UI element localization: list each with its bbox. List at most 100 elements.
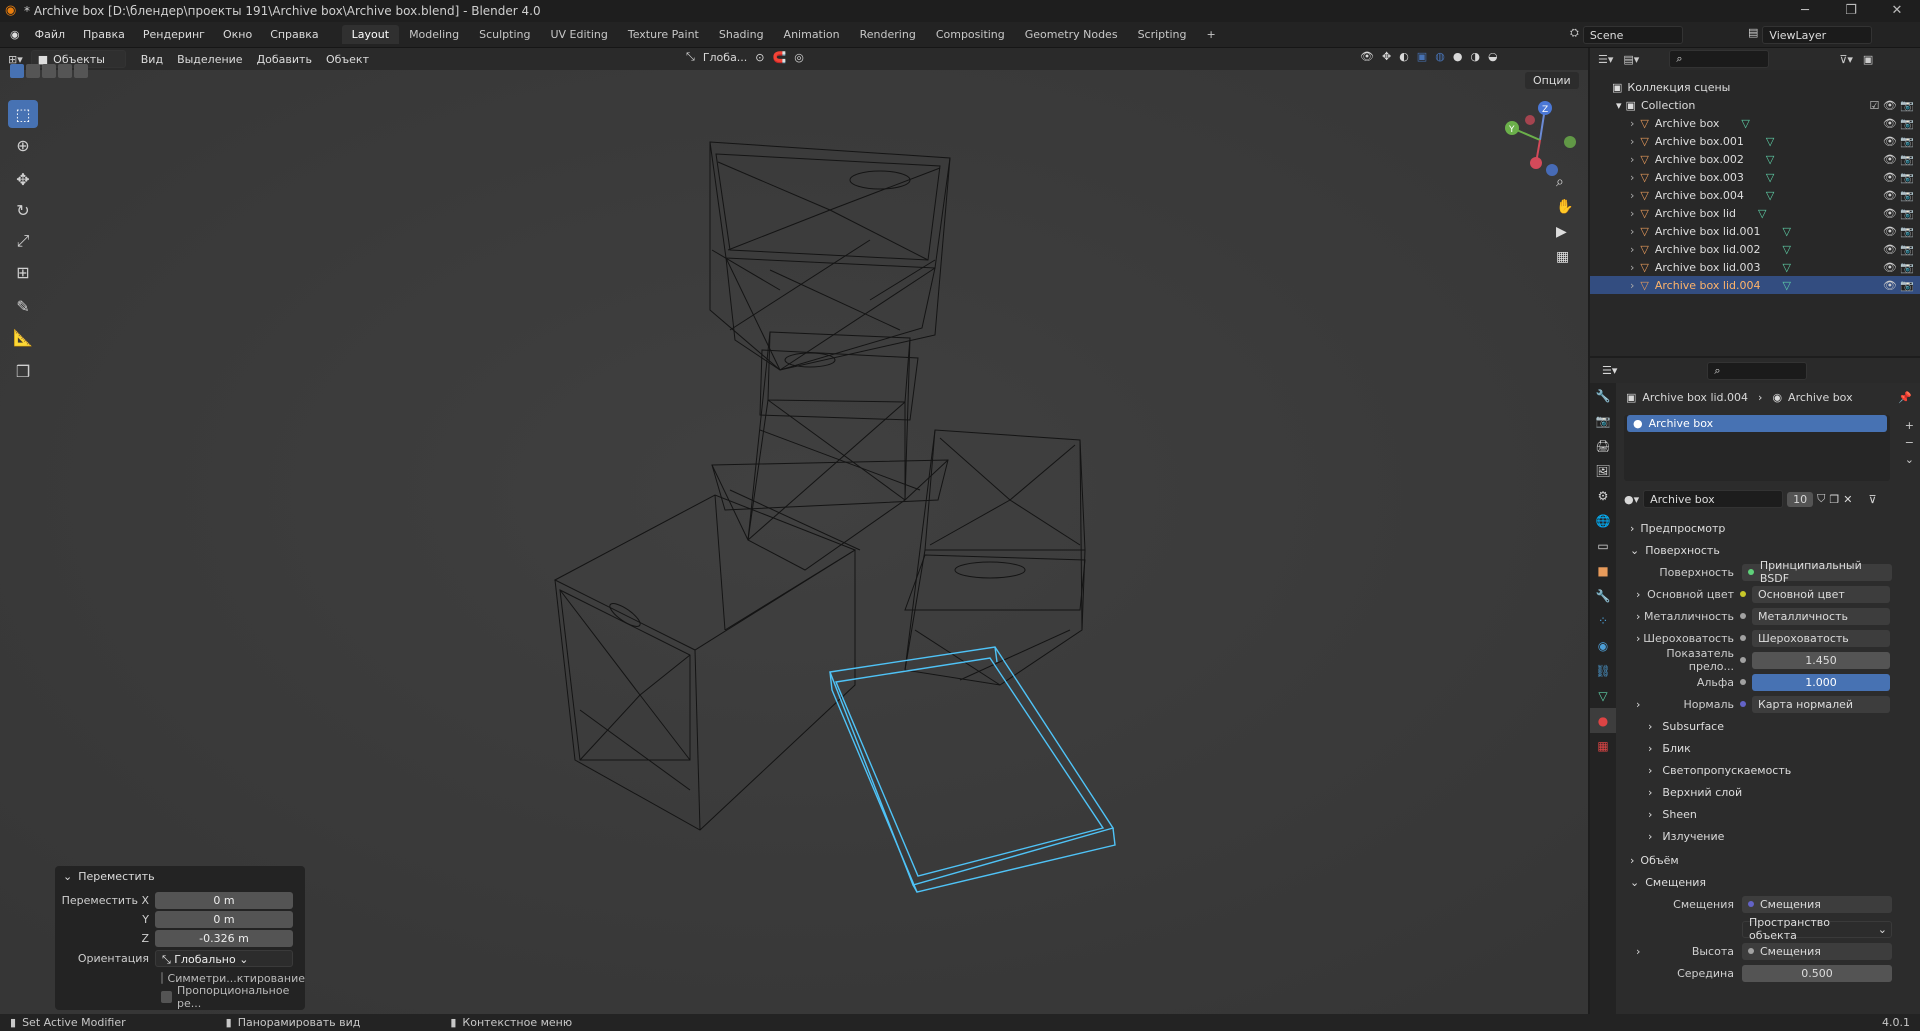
particles-tab-icon[interactable]: ⁘ — [1590, 608, 1616, 633]
outliner-object-row[interactable]: › ▽ Archive box lid.002 ▽ 👁 📷 — [1590, 240, 1920, 258]
scene-icon[interactable]: ⛭ — [1570, 26, 1579, 44]
surface-subpanel[interactable]: › Излучение — [1618, 825, 1920, 847]
mesh-data-icon[interactable]: ▽ — [1741, 117, 1749, 130]
tab-uv-editing[interactable]: UV Editing — [540, 25, 617, 44]
object-visibility-icons[interactable]: 👁 📷 — [1883, 153, 1914, 166]
tool-tab-icon[interactable]: 🔧 — [1590, 383, 1616, 408]
menu-object[interactable]: Объект — [319, 53, 376, 66]
input-expand-icon[interactable]: › — [1636, 588, 1640, 601]
measure-tool[interactable]: 📐 — [8, 323, 38, 351]
mesh-data-icon[interactable]: ▽ — [1783, 243, 1791, 256]
expand-arrow-icon[interactable]: › — [1630, 117, 1634, 130]
proportional-edit-icon[interactable]: ◎ — [794, 51, 804, 64]
menu-edit[interactable]: Правка — [74, 28, 134, 41]
menu-view[interactable]: Вид — [134, 53, 170, 66]
view-layer-selector[interactable]: ViewLayer — [1762, 26, 1873, 44]
preview-section[interactable]: › Предпросмотр — [1618, 517, 1920, 539]
expand-arrow-icon[interactable]: › — [1630, 135, 1634, 148]
object-tab-icon[interactable]: ■ — [1590, 558, 1616, 583]
proportional-checkbox[interactable] — [161, 991, 172, 1003]
move-z-field[interactable]: -0.326 m — [155, 929, 293, 947]
select-invert-icon[interactable] — [58, 64, 72, 78]
rotate-tool[interactable]: ↻ — [8, 196, 38, 224]
orientation-selector[interactable]: Глоба... — [703, 51, 747, 64]
properties-search[interactable]: ⌕ — [1707, 361, 1808, 380]
object-visibility-icons[interactable]: 👁 📷 — [1883, 225, 1914, 238]
outliner-search[interactable]: ⌕ — [1669, 50, 1770, 68]
expand-arrow-icon[interactable]: › — [1630, 189, 1634, 202]
browse-material-icon[interactable]: ●▾ — [1624, 493, 1639, 506]
scene-tab-icon[interactable]: ⚙ — [1590, 483, 1616, 508]
select-subtract-icon[interactable] — [42, 64, 56, 78]
view-layer-icon[interactable]: ▤ — [1748, 26, 1758, 44]
height-field[interactable]: Смещения — [1742, 942, 1892, 960]
expand-arrow-icon[interactable]: › — [1630, 279, 1634, 292]
surface-subpanel[interactable]: › Subsurface — [1618, 715, 1920, 737]
rendered-shading-icon[interactable]: ◒ — [1488, 50, 1498, 63]
minimize-icon[interactable]: ─ — [1782, 0, 1828, 22]
constraints-tab-icon[interactable]: ⛓ — [1590, 658, 1616, 683]
properties-editor-icon[interactable]: ☰▾ — [1602, 364, 1617, 377]
move-tool[interactable]: ✥ — [8, 165, 38, 193]
input-value-field[interactable]: 1.000 — [1752, 673, 1890, 691]
xray-icon[interactable]: ▣ — [1417, 50, 1427, 63]
pan-hand-icon[interactable]: ✋ — [1556, 199, 1573, 215]
select-intersect-icon[interactable] — [74, 64, 88, 78]
duplicate-icon[interactable]: ❐ — [1829, 493, 1839, 506]
outliner-object-row[interactable]: › ▽ Archive box.003 ▽ 👁 📷 — [1590, 168, 1920, 186]
wireframe-shading-icon[interactable]: ◍ — [1435, 50, 1445, 63]
tab-animation[interactable]: Animation — [774, 25, 850, 44]
object-visibility-icons[interactable]: 👁 📷 — [1883, 279, 1914, 292]
height-expand-icon[interactable]: › — [1636, 945, 1640, 958]
expand-arrow-icon[interactable]: › — [1630, 243, 1634, 256]
surface-subpanel[interactable]: › Блик — [1618, 737, 1920, 759]
outliner-object-row[interactable]: › ▽ Archive box lid.004 ▽ 👁 📷 — [1590, 276, 1920, 294]
surface-subpanel[interactable]: › Светопропускаемость — [1618, 759, 1920, 781]
expand-arrow-icon[interactable]: › — [1630, 171, 1634, 184]
mesh-data-icon[interactable]: ▽ — [1766, 135, 1774, 148]
outliner-object-row[interactable]: › ▽ Archive box.002 ▽ 👁 📷 — [1590, 150, 1920, 168]
surface-subpanel[interactable]: › Sheen — [1618, 803, 1920, 825]
menu-window[interactable]: Окно — [214, 28, 261, 41]
input-value-field[interactable]: Металличность — [1752, 607, 1890, 625]
blender-menu-icon[interactable]: ◉ — [0, 28, 26, 41]
mesh-data-icon[interactable]: ▽ — [1766, 189, 1774, 202]
scale-tool[interactable]: ⤢ — [8, 227, 38, 255]
physics-tab-icon[interactable]: ◉ — [1590, 633, 1616, 658]
tab-geometry-nodes[interactable]: Geometry Nodes — [1015, 25, 1128, 44]
world-tab-icon[interactable]: 🌐 — [1590, 508, 1616, 533]
select-new-icon[interactable] — [10, 64, 24, 78]
collection-row[interactable]: ▾ ▣ Collection ☑ 👁 📷 — [1590, 96, 1920, 114]
tab-modeling[interactable]: Modeling — [399, 25, 469, 44]
output-tab-icon[interactable]: 🖨 — [1590, 433, 1616, 458]
midlevel-field[interactable]: 0.500 — [1742, 964, 1892, 982]
annotate-tool[interactable]: ✎ — [8, 292, 38, 320]
snap-icon[interactable]: 🧲 — [773, 51, 787, 64]
outliner-object-row[interactable]: › ▽ Archive box lid.003 ▽ 👁 📷 — [1590, 258, 1920, 276]
material-shading-icon[interactable]: ◑ — [1470, 50, 1480, 63]
outliner-object-row[interactable]: › ▽ Archive box.004 ▽ 👁 📷 — [1590, 186, 1920, 204]
mesh-data-icon[interactable]: ▽ — [1783, 261, 1791, 274]
object-visibility-icons[interactable]: 👁 📷 — [1883, 135, 1914, 148]
tab-sculpting[interactable]: Sculpting — [469, 25, 540, 44]
surface-subpanel[interactable]: › Верхний слой — [1618, 781, 1920, 803]
grid-perspective-icon[interactable]: ▦ — [1556, 249, 1573, 265]
displacement-section[interactable]: ⌄ Смещения — [1618, 871, 1920, 893]
object-visibility-icons[interactable]: 👁 📷 — [1883, 207, 1914, 220]
move-x-field[interactable]: 0 m — [155, 891, 293, 909]
add-cube-tool[interactable]: ❒ — [8, 357, 38, 385]
data-tab-icon[interactable]: ▽ — [1590, 683, 1616, 708]
tab-shading[interactable]: Shading — [709, 25, 774, 44]
outliner-object-row[interactable]: › ▽ Archive box lid ▽ 👁 📷 — [1590, 204, 1920, 222]
orientation-dropdown[interactable]: ⤡ Глобально ⌄ — [155, 949, 293, 967]
zoom-icon[interactable]: ⌕ — [1556, 174, 1573, 190]
disp-field[interactable]: Смещения — [1742, 895, 1892, 913]
tab-compositing[interactable]: Compositing — [926, 25, 1015, 44]
menu-render[interactable]: Рендеринг — [134, 28, 214, 41]
add-workspace-icon[interactable]: + — [1196, 25, 1225, 44]
new-collection-icon[interactable]: ▣ — [1863, 53, 1873, 66]
expand-arrow-icon[interactable]: › — [1630, 225, 1634, 238]
menu-help[interactable]: Справка — [261, 28, 327, 41]
outliner-object-row[interactable]: › ▽ Archive box.001 ▽ 👁 📷 — [1590, 132, 1920, 150]
texture-tab-icon[interactable]: ▦ — [1590, 733, 1616, 758]
